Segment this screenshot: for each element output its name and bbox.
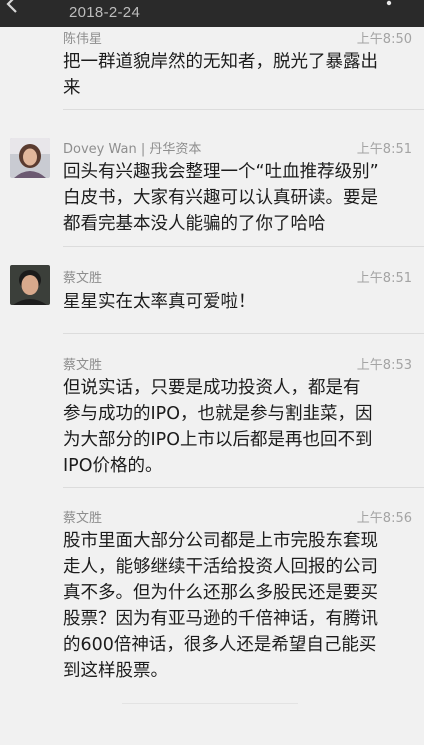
message-sender: Dovey Wan | 丹华资本	[63, 142, 202, 157]
message-text: 回头有兴趣我会整理一个“吐血推荐级别” 白皮书，大家有兴趣可以认真研读。要是 都…	[63, 162, 379, 234]
message-sender: 陈伟星	[63, 32, 103, 47]
chat-screen: 2018-2-24 陈伟星 上午8:50 把一群道貌岸然的无知者，脱光了暴露出 …	[0, 0, 424, 745]
message-time: 上午8:50	[356, 32, 412, 47]
chat-message: 陈伟星 上午8:50 把一群道貌岸然的无知者，脱光了暴露出 来	[0, 27, 424, 109]
message-time: 上午8:53	[356, 358, 412, 373]
message-time: 上午8:56	[356, 511, 412, 526]
message-text: 但说实话，只要是成功投资人，都是有 参与成功的IPO，也就是参与割韭菜，因 为大…	[63, 378, 373, 476]
more-vertical-icon[interactable]	[386, 0, 392, 10]
message-text: 把一群道貌岸然的无知者，脱光了暴露出 来	[63, 52, 378, 98]
message-text: 股市里面大部分公司都是上市完股东套现 走人，能够继续干活给投资人回报的公司 真不…	[63, 531, 378, 681]
message-divider	[63, 333, 424, 334]
chat-date: 2018-2-24	[69, 4, 141, 21]
message-divider	[63, 109, 424, 110]
message-sender: 蔡文胜	[63, 271, 103, 286]
back-arrow-icon[interactable]	[2, 0, 20, 14]
message-text: 星星实在太率真可爱啦！	[63, 292, 256, 312]
message-divider	[63, 487, 424, 488]
message-sender: 蔡文胜	[63, 511, 103, 526]
chat-message: Dovey Wan | 丹华资本 上午8:51 回头有兴趣我会整理一个“吐血推荐…	[0, 128, 424, 246]
chat-message: 蔡文胜 上午8:51 星星实在太率真可爱啦！	[0, 260, 424, 332]
chat-message: 蔡文胜 上午8:53 但说实话，只要是成功投资人，都是有 参与成功的IPO，也就…	[0, 347, 424, 487]
bottom-divider	[122, 703, 298, 704]
message-time: 上午8:51	[356, 142, 412, 157]
message-time: 上午8:51	[356, 271, 412, 286]
top-bar: 2018-2-24	[0, 0, 424, 27]
message-divider	[63, 246, 424, 247]
chat-message: 蔡文胜 上午8:56 股市里面大部分公司都是上市完股东套现 走人，能够继续干活给…	[0, 500, 424, 700]
avatar[interactable]	[10, 265, 50, 305]
avatar[interactable]	[10, 138, 50, 178]
message-sender: 蔡文胜	[63, 358, 103, 373]
